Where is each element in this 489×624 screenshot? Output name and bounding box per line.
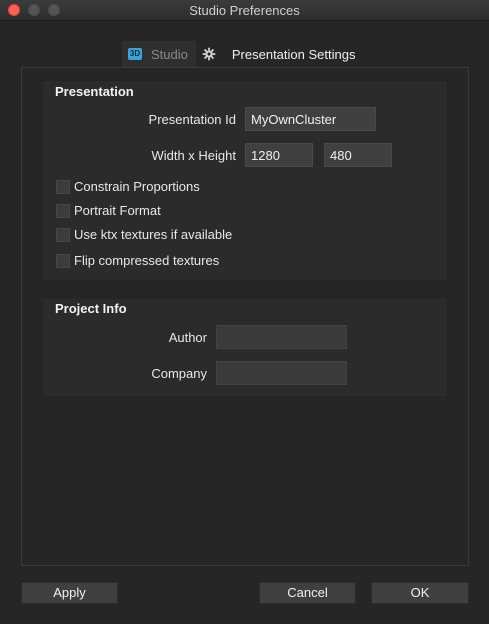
cancel-button[interactable]: Cancel	[259, 582, 356, 604]
company-field[interactable]	[216, 361, 347, 385]
use-ktx-textures-label: Use ktx textures if available	[74, 227, 233, 242]
project-info-group-title: Project Info	[55, 301, 127, 316]
portrait-format-row[interactable]: Portrait Format	[56, 203, 161, 218]
gear-icon	[202, 47, 216, 61]
presentation-id-field[interactable]	[245, 107, 376, 131]
use-ktx-textures-row[interactable]: Use ktx textures if available	[56, 227, 232, 242]
minimize-window-button[interactable]	[28, 4, 40, 16]
constrain-proportions-row[interactable]: Constrain Proportions	[56, 179, 200, 194]
author-field[interactable]	[216, 325, 347, 349]
apply-button[interactable]: Apply	[21, 582, 118, 604]
flip-compressed-textures-label: Flip compressed textures	[74, 253, 220, 268]
height-field[interactable]	[324, 143, 392, 167]
portrait-format-checkbox[interactable]	[56, 203, 70, 218]
presentation-id-label: Presentation Id	[148, 112, 236, 127]
tab-presentation-settings[interactable]: Presentation Settings	[196, 41, 364, 67]
tab-studio-label: Studio	[151, 46, 188, 62]
window-title: Studio Preferences	[189, 3, 300, 18]
3d-studio-icon: 3D	[128, 48, 142, 60]
portrait-format-label: Portrait Format	[74, 203, 161, 218]
author-label: Author	[168, 330, 207, 345]
close-window-button[interactable]	[8, 4, 20, 16]
tab-bar: 3D Studio Presentation Settings	[122, 41, 363, 67]
title-bar: Studio Preferences	[0, 0, 489, 21]
tab-studio[interactable]: 3D Studio	[122, 41, 196, 67]
maximize-window-button[interactable]	[48, 4, 60, 16]
width-field[interactable]	[245, 143, 313, 167]
ok-button[interactable]: OK	[371, 582, 469, 604]
constrain-proportions-checkbox[interactable]	[56, 179, 70, 194]
tab-presentation-settings-label: Presentation Settings	[231, 46, 356, 62]
company-label: Company	[151, 366, 207, 381]
presentation-group-title: Presentation	[55, 84, 134, 99]
width-height-label: Width x Height	[151, 148, 236, 163]
constrain-proportions-label: Constrain Proportions	[74, 179, 200, 194]
use-ktx-textures-checkbox[interactable]	[56, 227, 70, 242]
flip-compressed-textures-row[interactable]: Flip compressed textures	[56, 253, 219, 268]
flip-compressed-textures-checkbox[interactable]	[56, 253, 70, 268]
